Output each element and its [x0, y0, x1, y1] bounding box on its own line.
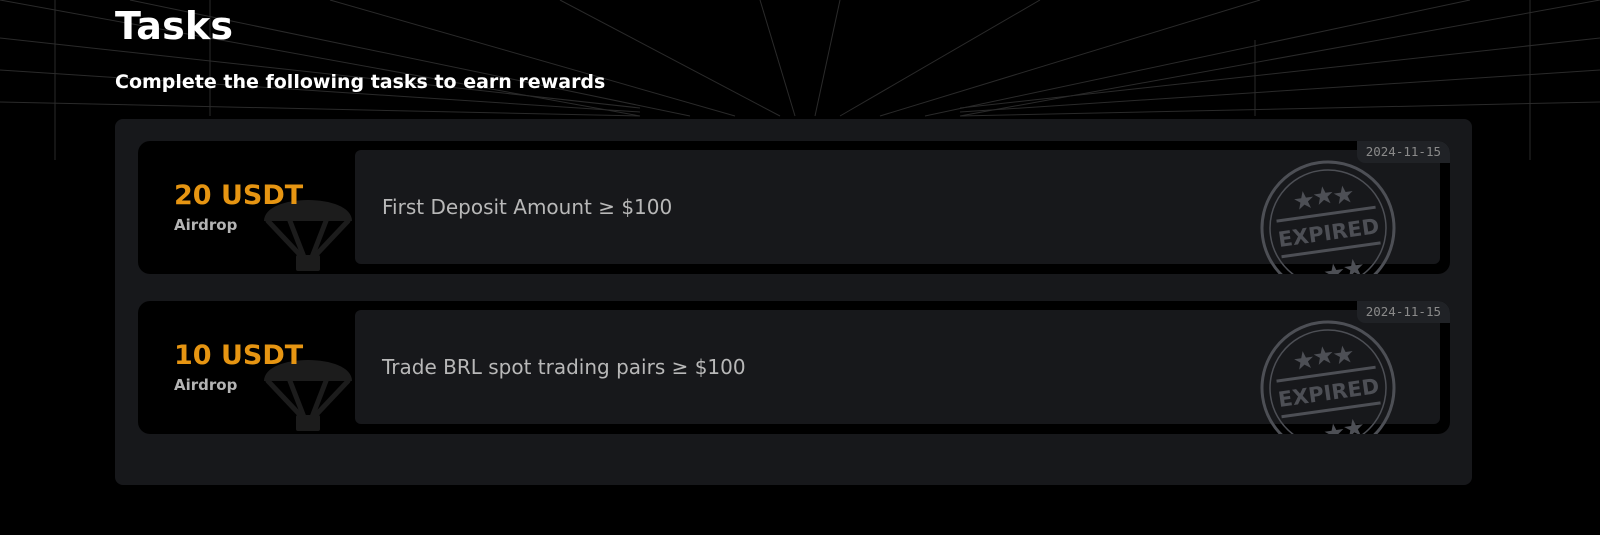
- tasks-page: Tasks Complete the following tasks to ea…: [0, 0, 1600, 535]
- task-card[interactable]: 20 USDT Airdrop First Deposit Amount ≥ $…: [138, 141, 1450, 274]
- page-subtitle: Complete the following tasks to earn rew…: [115, 71, 606, 93]
- task-card[interactable]: 10 USDT Airdrop Trade BRL spot trading p…: [138, 301, 1450, 434]
- reward-block: 20 USDT Airdrop: [138, 141, 355, 274]
- expired-stamp-icon: EXPIRED: [1260, 160, 1396, 274]
- page-title: Tasks: [115, 4, 234, 48]
- task-description: First Deposit Amount ≥ $100: [382, 195, 673, 219]
- task-description: Trade BRL spot trading pairs ≥ $100: [382, 355, 746, 379]
- reward-block: 10 USDT Airdrop: [138, 301, 355, 434]
- task-date: 2024-11-15: [1356, 141, 1450, 163]
- reward-type: Airdrop: [174, 376, 238, 394]
- tasks-panel: 20 USDT Airdrop First Deposit Amount ≥ $…: [115, 119, 1472, 485]
- reward-amount: 10 USDT: [174, 340, 304, 371]
- task-date: 2024-11-15: [1356, 301, 1450, 323]
- expired-stamp-icon: EXPIRED: [1260, 320, 1396, 434]
- reward-type: Airdrop: [174, 216, 238, 234]
- reward-amount: 20 USDT: [174, 180, 304, 211]
